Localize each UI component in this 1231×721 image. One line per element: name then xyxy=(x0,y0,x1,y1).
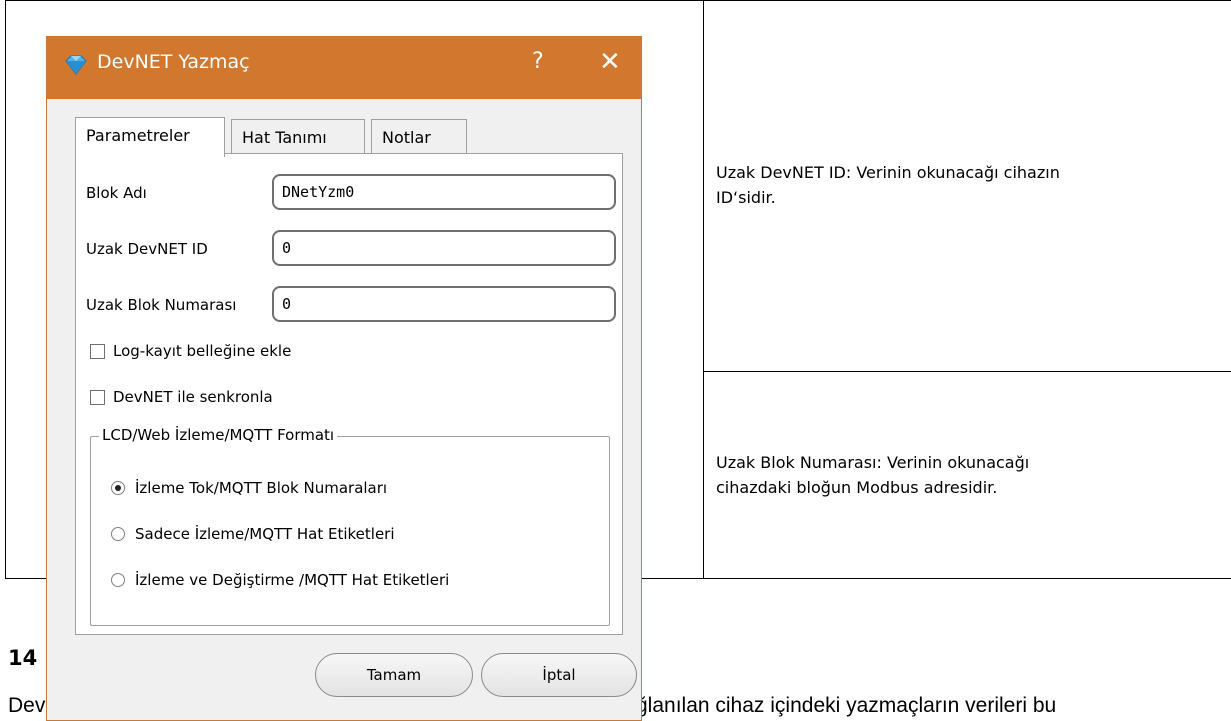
parametreler-panel: Blok Adı DNetYzm0 Uzak DevNET ID 0 Uzak … xyxy=(75,153,623,635)
radio-row-sadece-izleme[interactable]: Sadece İzleme/MQTT Hat Etiketleri xyxy=(111,525,395,543)
format-groupbox-legend: LCD/Web İzleme/MQTT Formatı xyxy=(99,426,338,444)
radio-row-izleme-degistirme[interactable]: İzleme ve Değiştirme /MQTT Hat Etiketler… xyxy=(111,571,449,589)
cell-line: cihazdaki bloğun Modbus adresidir. xyxy=(716,478,998,497)
devnet-senkronla-label: DevNET ile senkronla xyxy=(113,388,273,406)
dialog-titlebar[interactable]: DevNET Yazmaç ? ✕ xyxy=(47,37,641,99)
table-border-left xyxy=(5,0,6,579)
log-kayit-checkbox[interactable] xyxy=(90,343,105,359)
body-text-fragment-right: ğlanılan cihaz içindeki yazmaçların veri… xyxy=(636,694,1057,717)
log-kayit-label: Log-kayıt belleğine ekle xyxy=(113,342,292,360)
radio-label: İzleme Tok/MQTT Blok Numaraları xyxy=(135,479,388,497)
table-column-divider xyxy=(703,0,704,579)
tab-notlar[interactable]: Notlar xyxy=(371,119,467,155)
field-label-blok-adi: Blok Adı xyxy=(86,184,147,202)
radio-label: Sadece İzleme/MQTT Hat Etiketleri xyxy=(135,525,395,543)
table-cell-uzak-blok-numarasi: Uzak Blok Numarası: Verinin okunacağı ci… xyxy=(716,450,1029,500)
table-border-top xyxy=(5,0,1231,1)
table-row-divider xyxy=(703,371,1231,372)
cell-line: ID‘sidir. xyxy=(716,188,776,207)
section-heading: 14 xyxy=(8,646,38,670)
uzak-devnet-id-input[interactable]: 0 xyxy=(272,230,616,266)
table-cell-uzak-devnet-id: Uzak DevNET ID: Verinin okunacağı cihazı… xyxy=(716,160,1060,210)
radio-blok-numaralari[interactable] xyxy=(111,481,125,495)
radio-izleme-degistirme[interactable] xyxy=(111,573,125,587)
field-label-uzak-blok-numarasi: Uzak Blok Numarası xyxy=(86,296,237,314)
devnet-senkronla-checkbox[interactable] xyxy=(90,389,105,405)
dialog-title: DevNET Yazmaç xyxy=(97,51,250,73)
close-icon[interactable]: ✕ xyxy=(599,47,621,77)
body-text-fragment-left: Dev xyxy=(8,694,46,717)
radio-sadece-izleme[interactable] xyxy=(111,527,125,541)
tab-parametreler[interactable]: Parametreler xyxy=(75,117,225,157)
help-button[interactable]: ? xyxy=(532,49,544,74)
radio-row-blok-numaralari[interactable]: İzleme Tok/MQTT Blok Numaraları xyxy=(111,479,387,497)
uzak-blok-numarasi-input[interactable]: 0 xyxy=(272,286,616,322)
cell-line: Uzak DevNET ID: Verinin okunacağı cihazı… xyxy=(716,163,1060,182)
devnet-yazmac-dialog: DevNET Yazmaç ? ✕ Parametreler Hat Tanım… xyxy=(46,36,642,721)
ok-button[interactable]: Tamam xyxy=(315,653,473,697)
cell-line: Uzak Blok Numarası: Verinin okunacağı xyxy=(716,453,1030,472)
log-kayit-checkbox-row[interactable]: Log-kayıt belleğine ekle xyxy=(90,342,291,360)
tab-hat-tanimi[interactable]: Hat Tanımı xyxy=(231,119,365,155)
cancel-button[interactable]: İptal xyxy=(481,653,637,697)
devnet-senkronla-checkbox-row[interactable]: DevNET ile senkronla xyxy=(90,388,273,406)
format-groupbox: LCD/Web İzleme/MQTT Formatı İzleme Tok/M… xyxy=(90,426,610,626)
app-gem-icon xyxy=(65,55,87,75)
radio-label: İzleme ve Değiştirme /MQTT Hat Etiketler… xyxy=(135,571,450,589)
field-label-uzak-devnet-id: Uzak DevNET ID xyxy=(86,240,208,258)
blok-adi-input[interactable]: DNetYzm0 xyxy=(272,174,616,210)
